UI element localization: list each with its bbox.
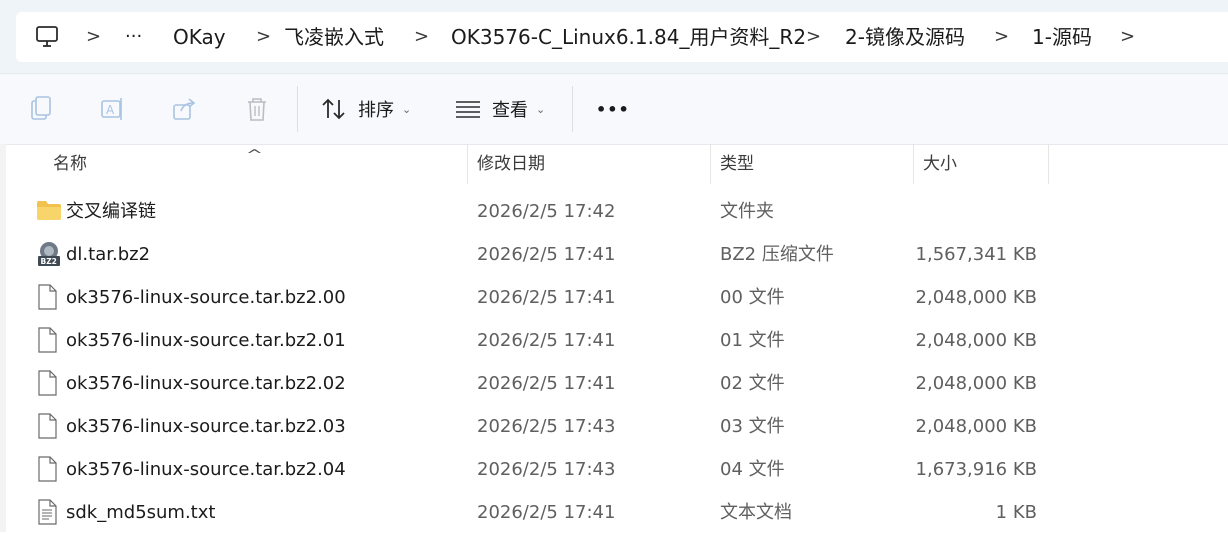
file-type: 03 文件 (720, 416, 785, 437)
file-type: 01 文件 (720, 330, 785, 351)
file-name: ok3576-linux-source.tar.bz2.04 (66, 459, 346, 480)
text-file-icon (36, 499, 60, 525)
file-size (837, 190, 1037, 233)
file-name: ok3576-linux-source.tar.bz2.00 (66, 287, 346, 308)
file-size: 1,673,916 KB (915, 459, 1037, 480)
file-size: 1 KB (995, 502, 1037, 523)
file-row[interactable]: ok3576-linux-source.tar.bz2.00 2026/2/5 1… (0, 276, 1228, 319)
file-size: 2,048,000 KB (915, 330, 1037, 351)
sort-button[interactable]: 排序 ⌄ (320, 74, 411, 144)
delete-button[interactable] (243, 74, 271, 144)
breadcrumb-item-okay[interactable]: OKay (173, 12, 226, 62)
file-row[interactable]: ok3576-linux-source.tar.bz2.02 2026/2/5 1… (0, 362, 1228, 405)
column-divider[interactable] (710, 144, 711, 184)
file-icon (36, 370, 60, 396)
rename-icon: A (101, 98, 122, 120)
file-modified-date: 2026/2/5 17:41 (477, 330, 616, 351)
file-modified-date: 2026/2/5 17:41 (477, 502, 616, 523)
file-type: 文件夹 (720, 201, 774, 222)
chevron-down-icon: ⌄ (402, 102, 412, 116)
svg-text:A: A (106, 103, 115, 117)
file-modified-date: 2026/2/5 17:41 (477, 244, 616, 265)
copy-button[interactable] (28, 74, 54, 144)
file-modified-date: 2026/2/5 17:41 (477, 373, 616, 394)
trash-icon (248, 98, 266, 121)
computer-icon[interactable] (34, 24, 60, 50)
share-icon (173, 98, 196, 120)
column-header-type[interactable]: 类型 (720, 144, 754, 184)
breadcrumb-separator[interactable]: > (1120, 12, 1135, 62)
folder-icon (36, 198, 61, 224)
file-type: 00 文件 (720, 287, 785, 308)
breadcrumb-separator[interactable]: > (806, 12, 821, 62)
address-bar: > ··· OKay > 飞凌嵌入式 > OK3576-C_Linux6.1.8… (0, 0, 1228, 73)
breadcrumb-item-user-data[interactable]: OK3576-C_Linux6.1.84_用户资料_R2 (451, 12, 806, 62)
rename-button[interactable]: A (99, 74, 127, 144)
copy-icon (31, 96, 51, 120)
column-divider[interactable] (467, 144, 468, 184)
file-icon (36, 284, 60, 310)
column-header-size[interactable]: 大小 (923, 144, 957, 184)
column-header-date[interactable]: 修改日期 (477, 144, 545, 184)
breadcrumb-separator[interactable]: > (414, 12, 429, 62)
file-icon (36, 327, 60, 353)
more-options-button[interactable]: ••• (596, 74, 630, 144)
column-header-name[interactable]: 名称 (53, 144, 87, 184)
file-row[interactable]: sdk_md5sum.txt 2026/2/5 17:41 文本文档 1 KB (0, 491, 1228, 534)
svg-text:BZ2: BZ2 (41, 257, 57, 266)
file-row[interactable]: ok3576-linux-source.tar.bz2.04 2026/2/5 1… (0, 448, 1228, 491)
breadcrumb-item-source[interactable]: 1-源码 (1032, 12, 1092, 62)
file-size: 2,048,000 KB (915, 287, 1037, 308)
toolbar-divider (297, 86, 298, 132)
column-divider[interactable] (913, 144, 914, 184)
breadcrumb-more-button[interactable]: ··· (125, 12, 142, 62)
file-modified-date: 2026/2/5 17:43 (477, 416, 616, 437)
view-list-icon (456, 101, 480, 118)
file-name: 交叉编译链 (66, 201, 156, 222)
file-modified-date: 2026/2/5 17:42 (477, 201, 616, 222)
breadcrumb-separator[interactable]: > (256, 12, 271, 62)
file-name: ok3576-linux-source.tar.bz2.02 (66, 373, 346, 394)
breadcrumb[interactable]: > ··· OKay > 飞凌嵌入式 > OK3576-C_Linux6.1.8… (16, 12, 1228, 62)
column-divider[interactable] (1048, 144, 1049, 184)
file-size: 2,048,000 KB (915, 416, 1037, 437)
file-modified-date: 2026/2/5 17:41 (477, 287, 616, 308)
file-type: BZ2 压缩文件 (720, 244, 834, 265)
file-row[interactable]: BZ2 dl.tar.bz2 2026/2/5 17:41 BZ2 压缩文件 1,567… (0, 233, 1228, 276)
file-icon (36, 456, 60, 482)
sort-icon (322, 98, 345, 120)
breadcrumb-separator[interactable]: > (86, 12, 101, 62)
sort-label: 排序 (358, 100, 394, 121)
file-name: dl.tar.bz2 (66, 244, 151, 265)
column-header-row: 名称 ^ 修改日期 类型 大小 (0, 144, 1228, 184)
file-name: ok3576-linux-source.tar.bz2.01 (66, 330, 346, 351)
file-row[interactable]: ok3576-linux-source.tar.bz2.03 2026/2/5 1… (0, 405, 1228, 448)
file-type: 04 文件 (720, 459, 785, 480)
share-button[interactable] (171, 74, 199, 144)
file-name: sdk_md5sum.txt (66, 502, 216, 523)
file-row[interactable]: ok3576-linux-source.tar.bz2.01 2026/2/5 1… (0, 319, 1228, 362)
file-icon (36, 413, 60, 439)
chevron-down-icon: ⌄ (536, 102, 546, 116)
toolbar-divider (572, 86, 573, 132)
bz2-archive-icon: BZ2 (36, 241, 60, 267)
file-type: 文本文档 (720, 502, 792, 523)
breadcrumb-item-images-source[interactable]: 2-镜像及源码 (845, 12, 965, 62)
sort-ascending-icon: ^ (245, 148, 264, 163)
file-size: 2,048,000 KB (915, 373, 1037, 394)
command-bar: A 排序 ⌄ 查看 ⌄ ••• (0, 73, 1228, 145)
breadcrumb-separator[interactable]: > (994, 12, 1009, 62)
breadcrumb-item-forlinx[interactable]: 飞凌嵌入式 (284, 12, 384, 62)
file-row[interactable]: 交叉编译链 2026/2/5 17:42 文件夹 (0, 190, 1228, 233)
file-name: ok3576-linux-source.tar.bz2.03 (66, 416, 346, 437)
view-button[interactable]: 查看 ⌄ (454, 74, 545, 144)
file-type: 02 文件 (720, 373, 785, 394)
view-label: 查看 (492, 100, 528, 121)
file-size: 1,567,341 KB (915, 244, 1037, 265)
file-modified-date: 2026/2/5 17:43 (477, 459, 616, 480)
